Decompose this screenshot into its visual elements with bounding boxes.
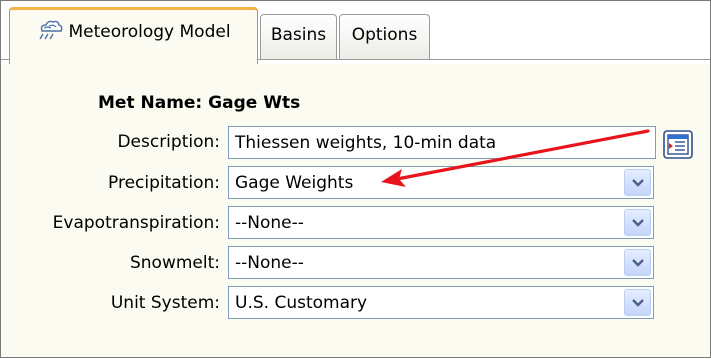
evapotranspiration-select[interactable]: --None--	[228, 206, 654, 239]
tab-options-label: Options	[351, 25, 418, 45]
evapotranspiration-dropdown-button[interactable]	[624, 209, 651, 236]
met-name-label: Met Name:	[98, 93, 203, 113]
meteorology-icon	[36, 19, 64, 46]
snowmelt-label: Snowmelt:	[129, 253, 220, 273]
unit-system-dropdown-button[interactable]	[624, 289, 651, 316]
chevron-down-icon	[632, 219, 644, 227]
precipitation-label: Precipitation:	[108, 173, 220, 193]
precipitation-select[interactable]: Gage Weights	[228, 166, 654, 199]
description-label: Description:	[117, 132, 220, 152]
unit-system-value: U.S. Customary	[235, 293, 368, 313]
chevron-down-icon	[632, 179, 644, 187]
evapotranspiration-value: --None--	[235, 213, 304, 233]
tab-meteorology-model[interactable]: Meteorology Model	[9, 7, 258, 64]
tab-meteorology-model-label: Meteorology Model	[68, 22, 231, 42]
edit-description-icon[interactable]	[663, 130, 693, 159]
precipitation-value: Gage Weights	[235, 173, 354, 193]
tab-basins-label: Basins	[270, 25, 327, 45]
tab-options[interactable]: Options	[339, 14, 430, 60]
tab-basins[interactable]: Basins	[260, 14, 337, 60]
unit-system-label: Unit System:	[110, 293, 220, 313]
snowmelt-dropdown-button[interactable]	[624, 249, 651, 276]
snowmelt-value: --None--	[235, 253, 304, 273]
chevron-down-icon	[632, 259, 644, 267]
snowmelt-select[interactable]: --None--	[228, 246, 654, 279]
unit-system-select[interactable]: U.S. Customary	[228, 286, 654, 319]
meteorology-model-panel: Meteorology Model Basins Options Met Nam…	[0, 0, 711, 358]
chevron-down-icon	[632, 299, 644, 307]
tab-strip: Meteorology Model Basins Options	[1, 1, 710, 64]
evapotranspiration-label: Evapotranspiration:	[52, 213, 220, 233]
met-name-value: Gage Wts	[208, 93, 301, 113]
description-input[interactable]: Thiessen weights, 10-min data	[228, 126, 656, 159]
precipitation-dropdown-button[interactable]	[624, 169, 651, 196]
met-name-heading: Met Name: Gage Wts	[98, 93, 300, 113]
